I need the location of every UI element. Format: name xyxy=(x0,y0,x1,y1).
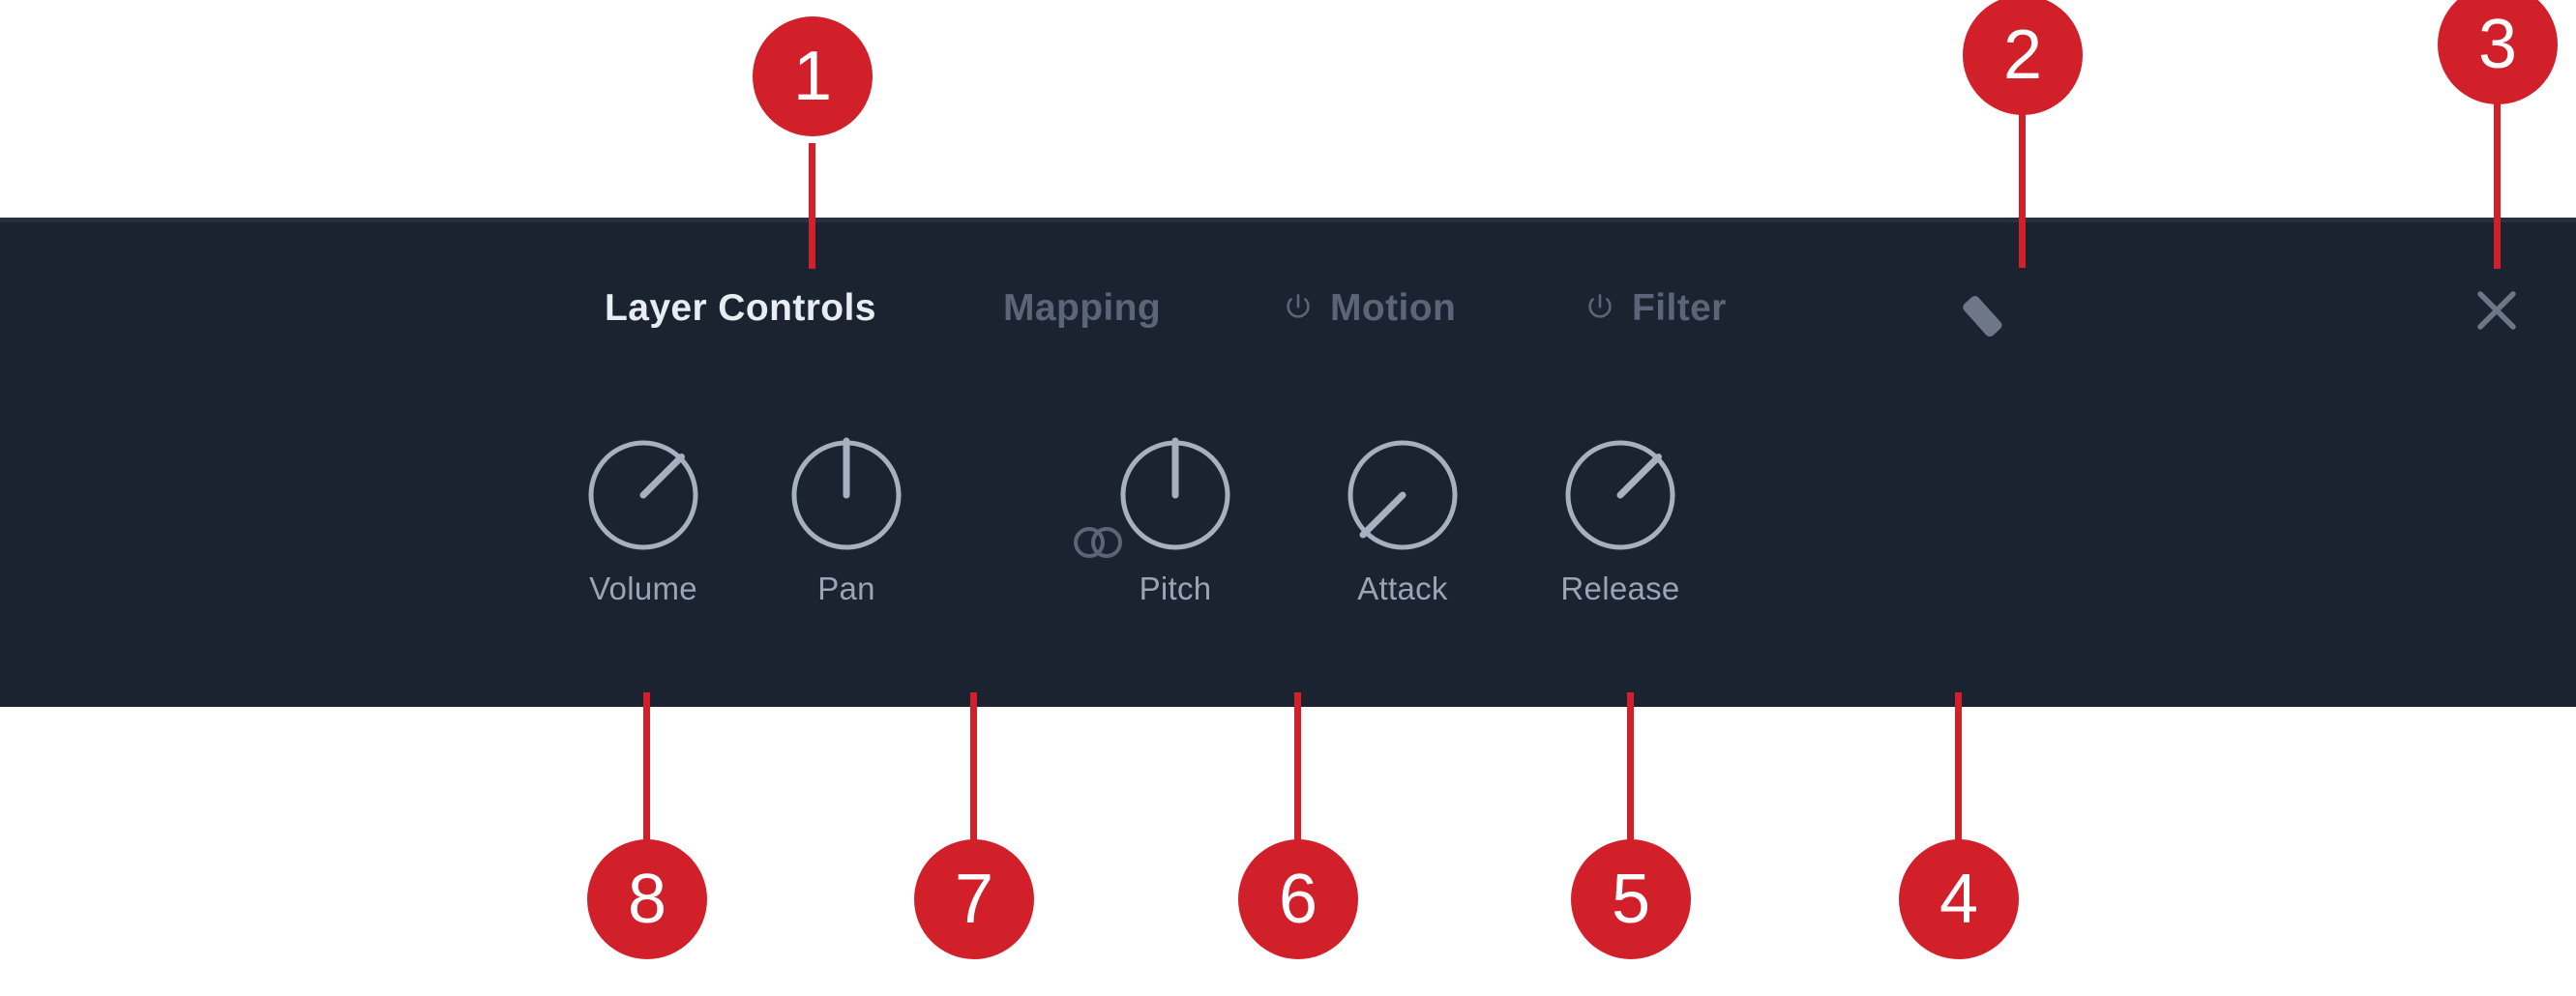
callout-leader-1 xyxy=(809,143,815,269)
callout-leader-7 xyxy=(970,692,977,841)
callout-leader-5 xyxy=(1627,692,1634,841)
tab-motion[interactable]: Motion xyxy=(1282,275,1456,342)
power-icon xyxy=(1282,292,1315,325)
knob-attack[interactable] xyxy=(1341,433,1465,557)
knob-control-pan: Pan xyxy=(740,433,953,607)
tab-label: Layer Controls xyxy=(605,287,876,329)
knob-pitch[interactable] xyxy=(1113,433,1237,557)
callout-badge-5: 5 xyxy=(1571,839,1691,959)
eraser-icon[interactable] xyxy=(1960,283,2018,337)
callout-badge-4: 4 xyxy=(1899,839,2019,959)
knob-volume[interactable] xyxy=(581,433,705,557)
callout-badge-8: 8 xyxy=(587,839,707,959)
tab-mapping[interactable]: Mapping xyxy=(1003,275,1161,342)
power-icon xyxy=(1584,292,1616,325)
callout-leader-3 xyxy=(2494,97,2501,269)
knob-control-attack: Attack xyxy=(1296,433,1509,607)
knob-release[interactable] xyxy=(1558,433,1682,557)
callout-badge-6: 6 xyxy=(1238,839,1358,959)
tab-label: Motion xyxy=(1330,287,1457,329)
tab-label: Mapping xyxy=(1003,287,1162,329)
callout-badge-1: 1 xyxy=(753,16,873,136)
callout-leader-8 xyxy=(643,692,650,841)
close-icon[interactable] xyxy=(2469,282,2525,338)
knob-pan[interactable] xyxy=(785,433,908,557)
layer-controls-panel: Layer Controls Mapping Motion Filter Vol… xyxy=(0,218,2576,707)
knob-label: Release xyxy=(1560,571,1680,606)
knob-label: Attack xyxy=(1357,571,1448,606)
screenshot-root: Layer Controls Mapping Motion Filter Vol… xyxy=(0,0,2576,996)
callout-leader-6 xyxy=(1294,692,1301,841)
callout-badge-2: 2 xyxy=(1963,0,2083,115)
tab-label: Filter xyxy=(1632,287,1727,329)
tab-filter[interactable]: Filter xyxy=(1584,275,1727,342)
knob-row: Volume Pan Pitch Attack Release xyxy=(0,433,2576,656)
callout-leader-4 xyxy=(1955,692,1962,841)
tab-layer-controls[interactable]: Layer Controls xyxy=(605,275,876,342)
callout-badge-3: 3 xyxy=(2438,0,2558,104)
callout-leader-2 xyxy=(2019,108,2026,268)
knob-control-volume: Volume xyxy=(537,433,750,607)
knob-control-release: Release xyxy=(1514,433,1727,607)
knob-control-pitch: Pitch xyxy=(1069,433,1282,607)
knob-label: Pan xyxy=(817,571,875,606)
tab-bar: Layer Controls Mapping Motion Filter xyxy=(0,275,2576,342)
knob-label: Pitch xyxy=(1139,571,1212,606)
knob-label: Volume xyxy=(589,571,697,606)
callout-badge-7: 7 xyxy=(914,839,1034,959)
